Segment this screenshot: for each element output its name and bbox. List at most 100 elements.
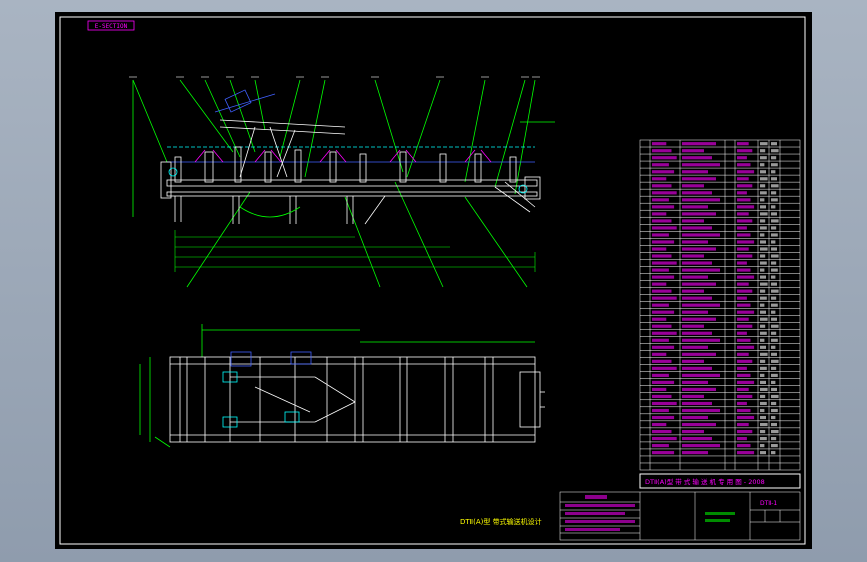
bom-cell-text: [760, 156, 767, 160]
bom-cell-text: [771, 352, 777, 356]
bom-cell-text: [682, 451, 708, 455]
bom-cell-text: [682, 366, 712, 370]
bom-cell-text: [682, 380, 708, 384]
bom-cell-text: [771, 149, 779, 153]
view-note: DTⅡ(A)型 带式输送机设计: [460, 517, 542, 526]
bom-cell-text: [760, 219, 766, 223]
bom-cell-text: [652, 359, 672, 363]
bom-cell-text: [760, 401, 767, 406]
bom-cell-text: [652, 422, 667, 427]
bom-cell-text: [760, 444, 765, 448]
bom-cell-text: [760, 303, 765, 307]
bom-cell-text: [682, 429, 704, 434]
bom-cell-text: [652, 191, 677, 195]
cad-viewport[interactable]: E-SECTION DTⅡ(A)型 带式输送机设计 DTⅡ(A)型 带 式 输 …: [55, 12, 812, 549]
bom-cell-text: [737, 352, 749, 356]
title-bar-text: DTⅡ(A)型 带 式 输 送 机 专 用 图 - 2008: [645, 477, 765, 486]
bom-cell-text: [652, 233, 669, 237]
bom-cell-text: [771, 177, 777, 181]
bom-cell-text: [771, 394, 779, 399]
bom-cell-text: [652, 198, 669, 202]
bom-cell-text: [737, 310, 755, 314]
bom-cell-text: [760, 170, 766, 174]
plan-outer-frame: [169, 356, 536, 443]
bom-cell-text: [771, 380, 776, 384]
bom-cell-text: [737, 338, 751, 342]
bom-cell-text: [760, 331, 767, 335]
bom-cell-text: [682, 254, 704, 258]
plan-cross-members: [179, 357, 494, 442]
bom-cell-text: [652, 184, 672, 188]
bom-cell-text: [760, 359, 766, 363]
dimension-lines: [174, 230, 536, 272]
bom-cell-text: [771, 296, 777, 300]
bom-cell-text: [771, 387, 777, 392]
bom-cell-text: [737, 212, 749, 216]
bom-cell-text: [737, 359, 753, 363]
bom-cell-text: [652, 331, 677, 335]
bom-cell-text: [652, 324, 672, 328]
bom-cell-text: [771, 317, 777, 321]
bom-cell-text: [682, 191, 712, 195]
bom-cell-text: [682, 198, 720, 202]
bom-cell-text: [737, 366, 747, 370]
bom-cell-text: [737, 429, 753, 434]
title-block-fills: [565, 495, 735, 531]
plan-tail-box: [519, 371, 541, 428]
bom-cell-text: [760, 451, 766, 455]
bom-cell-text: [771, 373, 778, 377]
bom-cell-text: [682, 408, 720, 413]
bom-cell-text: [737, 387, 749, 392]
bom-cell-text: [771, 282, 777, 286]
bom-cell-text: [771, 275, 776, 279]
bom-cell-text: [682, 345, 708, 349]
bom-cell-text: [682, 205, 708, 209]
bom-cell-text: [652, 282, 667, 286]
bom-cell-text: [737, 437, 747, 441]
leader-lines: [132, 79, 536, 288]
bom-cell-text: [771, 184, 779, 188]
bom-cell-text: [737, 247, 749, 251]
bom-cell-text: [682, 219, 704, 223]
bom-cell-text: [652, 310, 675, 314]
plan-view: [139, 324, 545, 448]
bom-cell-text: [652, 352, 667, 356]
bom-cell-text: [737, 240, 755, 244]
bom-cell-text: [760, 415, 766, 420]
bom-cell-text: [737, 289, 753, 293]
bom-cell-text: [760, 429, 766, 434]
bom-cell-text: [760, 352, 768, 356]
cad-drawing: E-SECTION DTⅡ(A)型 带式输送机设计 DTⅡ(A)型 带 式 输 …: [59, 16, 806, 545]
bom-cell-text: [737, 451, 755, 455]
bom-cell-text: [760, 373, 765, 377]
bom-cell-text: [760, 296, 767, 300]
elevation-view: [129, 76, 555, 288]
bom-cell-text: [760, 366, 767, 370]
bom-cell-text: [652, 275, 675, 279]
bom-cell-text: [760, 268, 765, 272]
bom-cell-text: [682, 233, 720, 237]
bom-cell-text: [652, 163, 669, 167]
bom-cell-text: [652, 254, 672, 258]
bom-cell-text: [760, 345, 766, 349]
bom-cell-text: [652, 394, 672, 399]
bom-cell-text: [652, 380, 675, 384]
bom-cell-text: [652, 219, 672, 223]
bom-cell-text: [760, 198, 765, 202]
bom-cell-text: [652, 212, 667, 216]
bom-cell-text: [771, 437, 777, 441]
frame-beam-lower: [166, 191, 538, 197]
tail-end: [494, 176, 541, 213]
bom-cell-text: [737, 226, 747, 230]
bom-cell-text: [682, 359, 704, 363]
bom-cell-text: [652, 296, 677, 300]
bom-cell-text: [760, 142, 768, 146]
bom-cell-text: [652, 177, 667, 181]
bom-cell-text: [682, 373, 720, 377]
bom-cell-text: [737, 422, 749, 427]
bom-cell-text: [771, 226, 777, 230]
bom-cell-text: [760, 408, 765, 413]
bom-cell-text: [737, 170, 755, 174]
bom-cell-text: [760, 233, 765, 237]
bom-cell-text: [771, 247, 777, 251]
